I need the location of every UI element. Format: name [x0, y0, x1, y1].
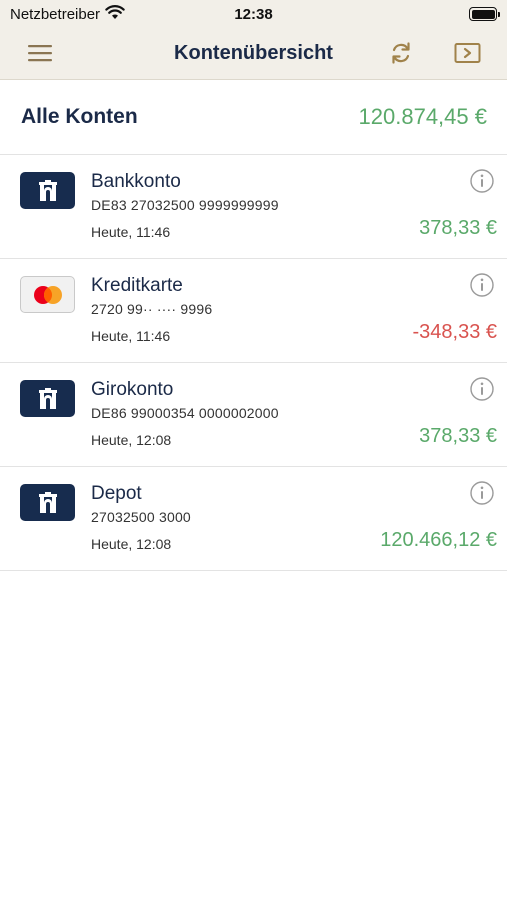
account-name: Bankkonto	[91, 171, 181, 192]
logout-icon	[454, 43, 481, 63]
account-name: Kreditkarte	[91, 275, 183, 296]
refresh-icon	[392, 42, 410, 64]
page-title: Kontenübersicht	[174, 41, 333, 64]
account-row-girokonto[interactable]: Girokonto DE86 99000354 0000002000 Heute…	[0, 363, 507, 467]
bank-building-icon	[20, 380, 75, 417]
account-updated: Heute, 12:08	[91, 432, 172, 448]
hamburger-menu-icon	[28, 45, 52, 62]
battery-icon	[469, 7, 500, 21]
logout-button[interactable]	[451, 37, 485, 69]
navigation-bar: Kontenübersicht	[0, 28, 507, 80]
info-icon	[470, 169, 494, 193]
summary-total: 120.874,45 €	[358, 104, 487, 129]
account-number: 27032500 3000	[91, 509, 191, 525]
account-row-depot[interactable]: Depot 27032500 3000 Heute, 12:08 120.466…	[0, 467, 507, 571]
info-icon	[470, 377, 494, 401]
refresh-button[interactable]	[384, 37, 418, 69]
mastercard-icon	[20, 276, 75, 313]
all-accounts-summary[interactable]: Alle Konten 120.874,45 €	[0, 80, 507, 155]
info-button[interactable]	[470, 169, 494, 193]
status-left: Netzbetreiber	[10, 4, 125, 24]
account-updated: Heute, 12:08	[91, 536, 172, 552]
account-updated: Heute, 11:46	[91, 224, 171, 240]
carrier-label: Netzbetreiber	[10, 5, 101, 23]
summary-label: Alle Konten	[21, 105, 138, 128]
account-row-kreditkarte[interactable]: Kreditkarte 2720 99·· ···· 9996 Heute, 1…	[0, 259, 507, 363]
account-balance: 378,33 €	[419, 217, 497, 239]
info-button[interactable]	[470, 377, 494, 401]
info-button[interactable]	[470, 481, 494, 505]
account-number: DE83 27032500 9999999999	[91, 197, 279, 213]
bank-building-icon	[20, 484, 75, 521]
info-button[interactable]	[470, 273, 494, 297]
info-icon	[470, 481, 494, 505]
account-balance: 378,33 €	[419, 425, 497, 447]
account-updated: Heute, 11:46	[91, 328, 171, 344]
account-balance: 120.466,12 €	[380, 529, 497, 551]
status-bar: Netzbetreiber 12:38	[0, 0, 507, 28]
account-row-bankkonto[interactable]: Bankkonto DE83 27032500 9999999999 Heute…	[0, 155, 507, 259]
account-name: Depot	[91, 483, 142, 504]
account-number: DE86 99000354 0000002000	[91, 405, 279, 421]
account-name: Girokonto	[91, 379, 174, 400]
menu-button[interactable]	[23, 37, 57, 69]
wifi-icon	[105, 4, 125, 24]
account-number: 2720 99·· ···· 9996	[91, 301, 213, 317]
info-icon	[470, 273, 494, 297]
bank-building-icon	[20, 172, 75, 209]
account-balance: -348,33 €	[412, 321, 497, 343]
